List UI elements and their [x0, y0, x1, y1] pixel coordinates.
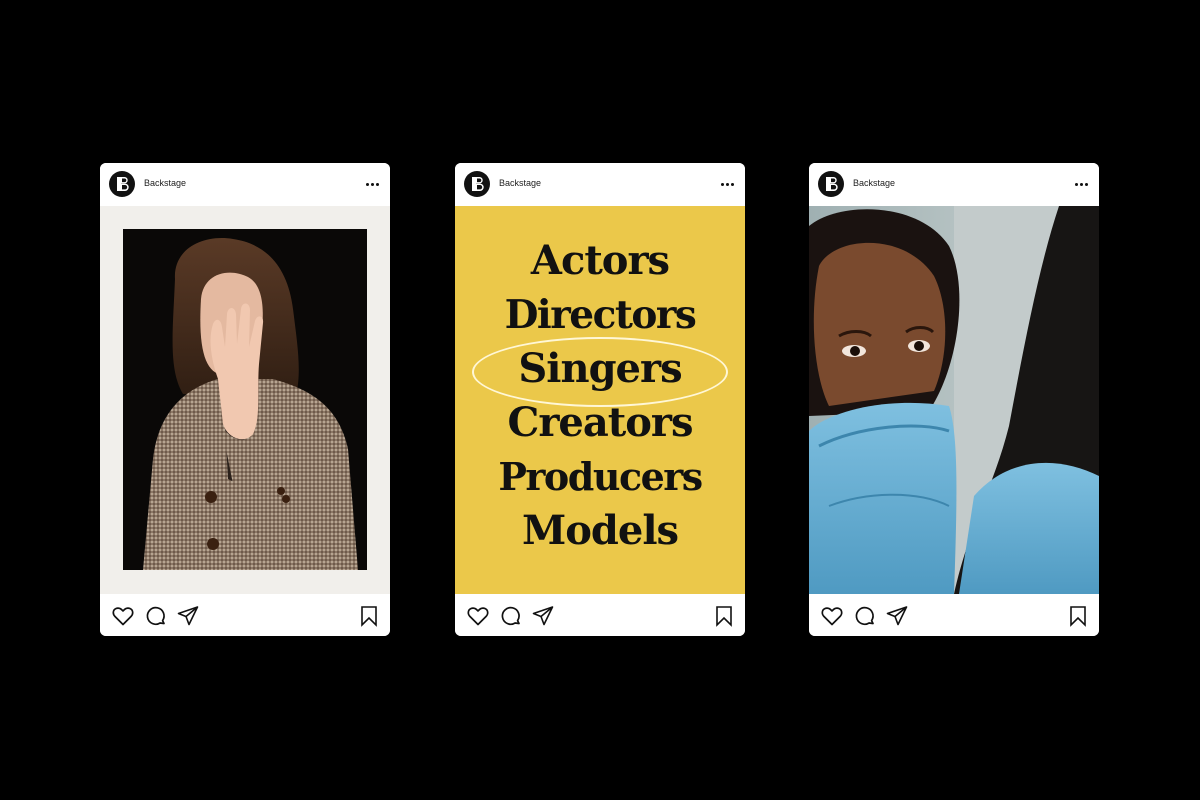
instagram-post-3: Backstage [809, 163, 1099, 636]
more-options-icon[interactable] [719, 175, 735, 193]
instagram-post-1: Backstage [100, 163, 390, 636]
heart-icon[interactable] [820, 604, 844, 628]
bookmark-icon[interactable] [712, 604, 736, 628]
word-models: Models [521, 507, 679, 554]
account-name[interactable]: Backstage [144, 178, 186, 189]
heart-icon[interactable] [111, 604, 135, 628]
backstage-logo-icon[interactable] [818, 171, 844, 197]
photo-woman-blue-hoodie [809, 206, 1099, 594]
bookmark-icon[interactable] [1066, 604, 1090, 628]
comment-icon[interactable] [499, 604, 523, 628]
post-media [100, 206, 390, 594]
word-singers: Singers [518, 345, 682, 392]
role-word-list: Actors Directors Singers Creators Produc… [455, 234, 745, 558]
post-header: Backstage [100, 163, 390, 206]
instagram-post-2: Backstage Actors Directors Singers Creat… [455, 163, 745, 636]
post-actions [809, 594, 1099, 636]
word-creators: Creators [507, 399, 693, 446]
comment-icon[interactable] [144, 604, 168, 628]
more-options-icon[interactable] [364, 175, 380, 193]
post-actions [100, 594, 390, 636]
account-name[interactable]: Backstage [853, 178, 895, 189]
more-options-icon[interactable] [1073, 175, 1089, 193]
photo-woman-shielding-face [123, 229, 367, 570]
bookmark-icon[interactable] [357, 604, 381, 628]
post-header: Backstage [455, 163, 745, 206]
backstage-logo-icon[interactable] [464, 171, 490, 197]
comment-icon[interactable] [853, 604, 877, 628]
send-icon[interactable] [176, 604, 200, 628]
post-header: Backstage [809, 163, 1099, 206]
send-icon[interactable] [885, 604, 909, 628]
account-name[interactable]: Backstage [499, 178, 541, 189]
word-directors: Directors [504, 292, 697, 338]
send-icon[interactable] [531, 604, 555, 628]
word-producers: Producers [498, 454, 703, 499]
post-actions [455, 594, 745, 636]
backstage-logo-icon[interactable] [109, 171, 135, 197]
heart-icon[interactable] [466, 604, 490, 628]
mockup-stage: Backstage Backstage Actors Directors Sin… [0, 0, 1200, 800]
word-actors: Actors [530, 237, 670, 284]
post-media: Actors Directors Singers Creators Produc… [455, 206, 745, 594]
